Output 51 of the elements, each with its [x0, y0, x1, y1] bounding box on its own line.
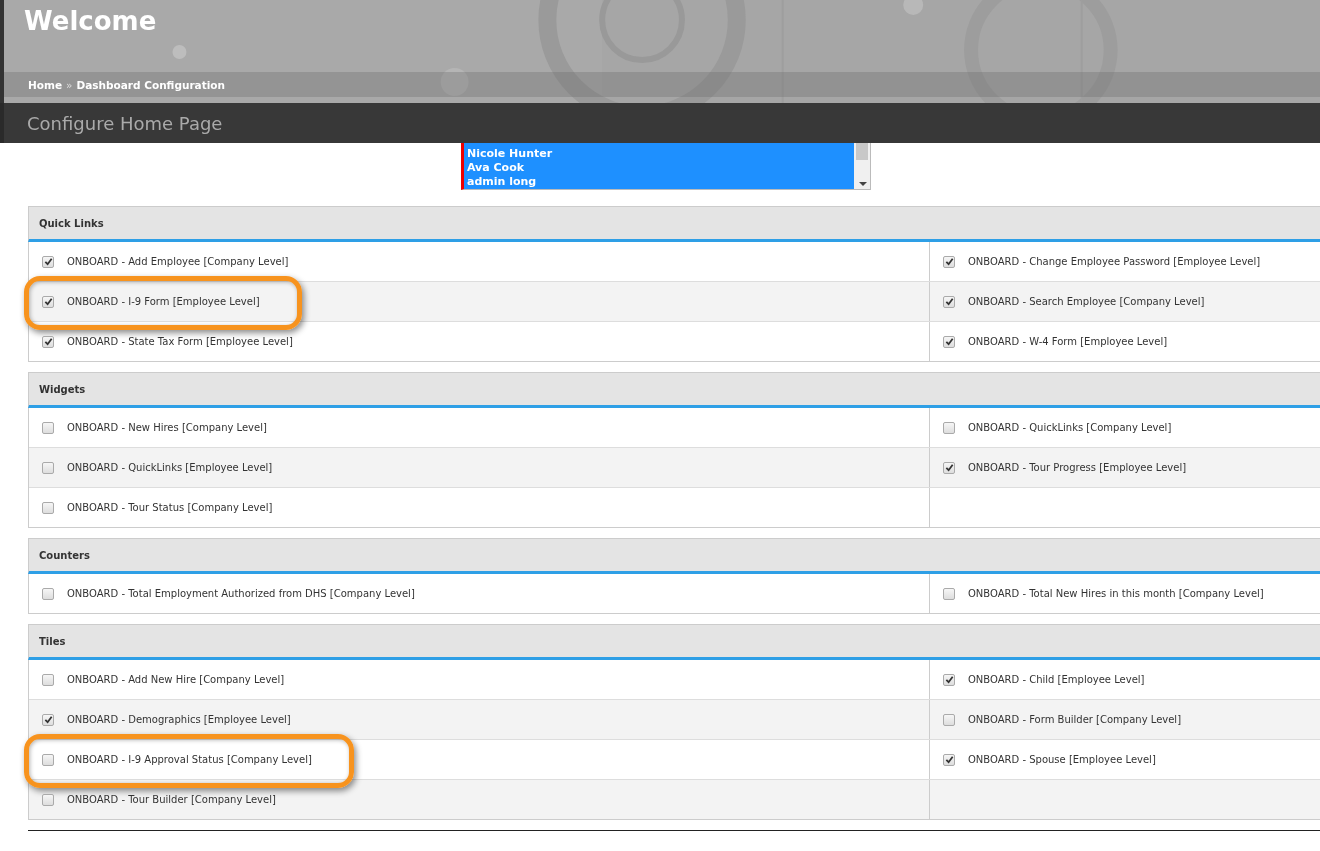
- checkbox[interactable]: [943, 673, 955, 686]
- checkbox[interactable]: [943, 753, 955, 766]
- section-title: Configure Home Page: [27, 112, 223, 134]
- breadcrumb-link[interactable]: Dashboard Configuration: [76, 78, 225, 91]
- option-label: ONBOARD - Add New Hire [Company Level]: [67, 674, 285, 685]
- checkbox[interactable]: [42, 421, 54, 434]
- section-heading: Widgets: [39, 383, 86, 395]
- checkbox[interactable]: [943, 461, 955, 474]
- option-label: ONBOARD - Total New Hires in this month [Company Level]: [968, 588, 1264, 599]
- checkbox[interactable]: [943, 295, 955, 308]
- section-heading: Quick Links: [39, 217, 104, 229]
- checkbox[interactable]: [943, 335, 955, 348]
- option-label: ONBOARD - Search Employee [Company Level]: [968, 296, 1205, 307]
- option-label: ONBOARD - W-4 Form [Employee Level]: [968, 336, 1168, 347]
- option-label: ONBOARD - Demographics [Employee Level]: [67, 714, 291, 725]
- checkbox[interactable]: [943, 255, 955, 268]
- option-label: ONBOARD - Tour Progress [Employee Level]: [968, 462, 1187, 473]
- checkbox[interactable]: [42, 587, 54, 600]
- breadcrumb-link[interactable]: Home: [28, 78, 63, 91]
- option-label: ONBOARD - Spouse [Employee Level]: [968, 754, 1156, 765]
- option-label: ONBOARD - Change Employee Password [Employee Level]: [968, 256, 1261, 267]
- checkbox[interactable]: [42, 753, 54, 766]
- checkbox[interactable]: [42, 673, 54, 686]
- scroll-down-icon[interactable]: [859, 182, 867, 186]
- checkbox[interactable]: [943, 587, 955, 600]
- option-label: ONBOARD - QuickLinks [Company Level]: [968, 422, 1172, 433]
- option-label: ONBOARD - Tour Builder [Company Level]: [67, 794, 276, 805]
- section-heading: Tiles: [39, 635, 66, 647]
- option-label: ONBOARD - Add Employee [Company Level]: [67, 256, 289, 267]
- checkbox[interactable]: [943, 713, 955, 726]
- option-label: ONBOARD - I-9 Form [Employee Level]: [67, 296, 260, 307]
- option-label: ONBOARD - State Tax Form [Employee Level]: [67, 336, 293, 347]
- option-label: ONBOARD - Child [Employee Level]: [968, 674, 1145, 685]
- option-label: ONBOARD - New Hires [Company Level]: [67, 422, 267, 433]
- option-label: ONBOARD - Total Employment Authorized from DHS [Company Level]: [67, 588, 415, 599]
- checkbox[interactable]: [42, 255, 54, 268]
- breadcrumb-separator: »: [66, 78, 73, 91]
- section-heading: Counters: [39, 549, 90, 561]
- scrollbar[interactable]: [854, 143, 870, 189]
- checkbox[interactable]: [943, 421, 955, 434]
- checkbox[interactable]: [42, 461, 54, 474]
- checkbox[interactable]: [42, 793, 54, 806]
- page-heading: Welcome: [24, 6, 157, 36]
- checkbox[interactable]: [42, 295, 54, 308]
- option-label: ONBOARD - Tour Status [Company Level]: [67, 502, 273, 513]
- checkbox[interactable]: [42, 713, 54, 726]
- option-label: ONBOARD - Form Builder [Company Level]: [968, 714, 1182, 725]
- option-label: ONBOARD - QuickLinks [Employee Level]: [67, 462, 273, 473]
- option-label: ONBOARD - I-9 Approval Status [Company Level]: [67, 754, 312, 765]
- checkbox[interactable]: [42, 335, 54, 348]
- checkbox[interactable]: [42, 501, 54, 514]
